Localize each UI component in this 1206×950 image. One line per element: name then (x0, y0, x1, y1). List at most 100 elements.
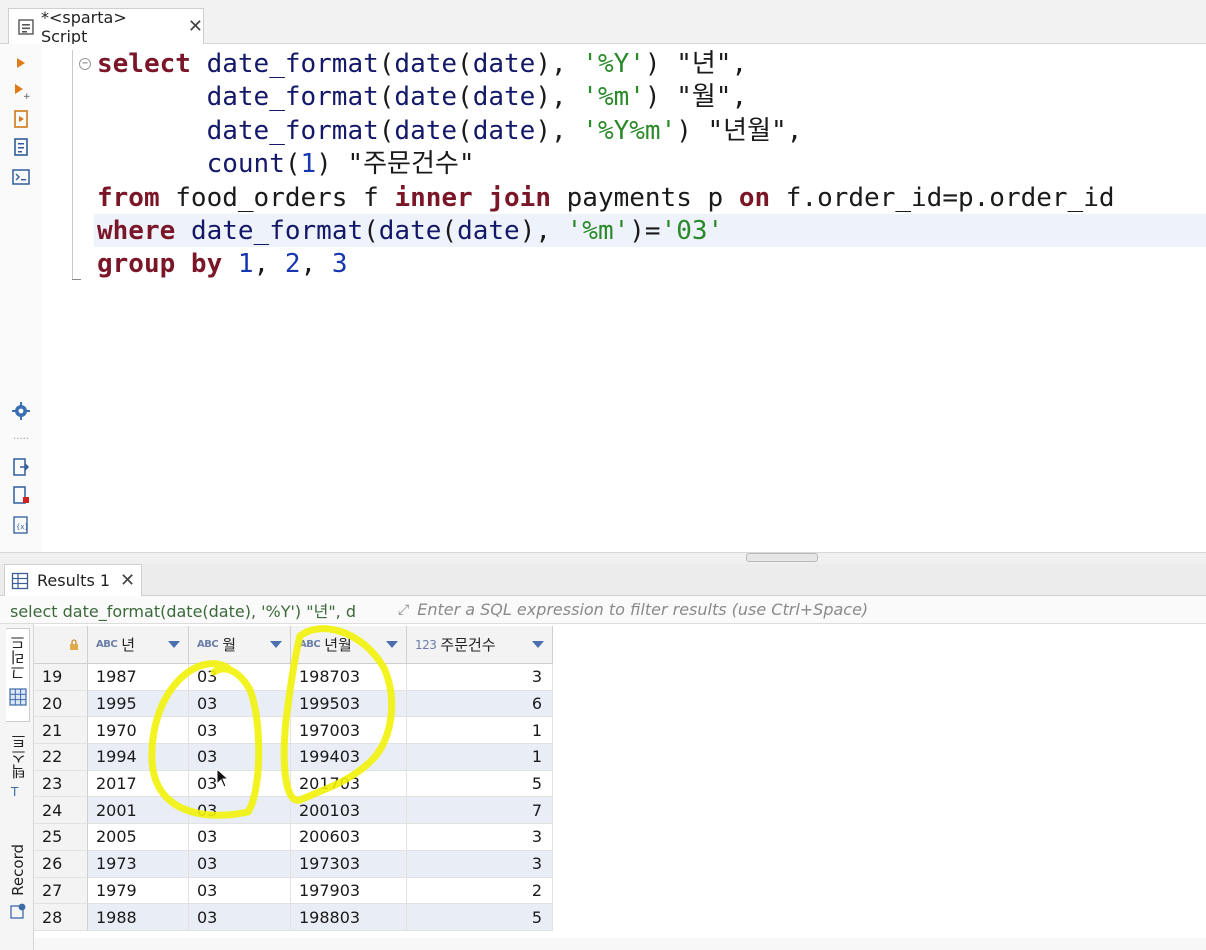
record-icon (10, 903, 26, 919)
code-line-2: date_format(date(date), '%m') "월", (206, 82, 748, 113)
cell-order-count[interactable]: 6 (407, 690, 553, 718)
filter-input[interactable]: Enter a SQL expression to filter results… (417, 600, 868, 619)
cell-month[interactable]: 03 (189, 690, 291, 718)
cell-year[interactable]: 1988 (88, 904, 189, 931)
results-view-switcher: 그리드 텍스트 T Record (0, 624, 34, 950)
cell-yearmonth[interactable]: 201703 (291, 770, 407, 798)
tab-results-1[interactable]: Results 1 ✕ (4, 564, 142, 596)
cell-order-count[interactable]: 7 (407, 797, 553, 825)
file-error-icon[interactable] (10, 484, 32, 506)
tab-script[interactable]: *<sparta> Script ✕ (8, 8, 204, 46)
tab-text[interactable]: 텍스트 T (6, 734, 30, 814)
cell-order-count[interactable]: 2 (407, 877, 553, 905)
cell-year[interactable]: 1995 (88, 690, 189, 718)
table-row[interactable]: 19 1987 03 198703 3 (34, 664, 553, 691)
cell-month[interactable]: 03 (189, 744, 291, 771)
row-number: 21 (34, 717, 88, 745)
results-tab-label: Results 1 (37, 571, 111, 590)
cell-order-count[interactable]: 5 (407, 904, 553, 931)
cell-month[interactable]: 03 (189, 824, 291, 851)
close-icon[interactable]: ✕ (188, 16, 203, 37)
cell-month[interactable]: 03 (189, 877, 291, 905)
query-text: select date_format(date(date), '%Y') "년"… (10, 601, 357, 621)
table-row[interactable]: 20 1995 03 199503 6 (34, 690, 553, 718)
mouse-cursor-icon (216, 768, 230, 788)
sort-dropdown-icon[interactable] (270, 641, 282, 648)
tab-grid[interactable]: 그리드 (6, 628, 30, 722)
column-header-order-count[interactable]: 123 주문건수 (407, 626, 553, 664)
cell-order-count[interactable]: 3 (407, 664, 553, 691)
cell-yearmonth[interactable]: 197003 (291, 717, 407, 745)
execute-new-tab-icon[interactable]: + (10, 80, 32, 102)
results-grid[interactable]: ABC 년 ABC 월 ABC 년월 123 주문건수 19 1987 03 1… (34, 626, 1206, 950)
table-row[interactable]: 26 1973 03 197303 3 (34, 850, 553, 878)
sort-dropdown-icon[interactable] (386, 641, 398, 648)
table-row[interactable]: 22 1994 03 199403 1 (34, 744, 553, 771)
cell-year[interactable]: 1973 (88, 850, 189, 878)
editor-side-toolbar: + ····· {x} (0, 44, 42, 552)
cell-order-count[interactable]: 3 (407, 824, 553, 851)
code-line-3: date_format(date(date), '%Y%m') "년월", (206, 115, 803, 146)
execute-script-icon[interactable] (10, 108, 32, 130)
cell-month[interactable]: 03 (189, 904, 291, 931)
column-header-yearmonth[interactable]: ABC 년월 (291, 626, 407, 664)
column-header-month[interactable]: ABC 월 (189, 626, 291, 664)
sql-code-editor[interactable]: − select date_format(date(date), '%Y') "… (42, 44, 1206, 552)
sort-dropdown-icon[interactable] (168, 641, 180, 648)
table-row[interactable]: 27 1979 03 197903 2 (34, 877, 553, 905)
row-number: 28 (34, 904, 88, 931)
cell-month[interactable]: 03 (189, 664, 291, 691)
cell-year[interactable]: 1994 (88, 744, 189, 771)
cell-yearmonth[interactable]: 197303 (291, 850, 407, 878)
cell-yearmonth[interactable]: 200103 (291, 797, 407, 825)
table-row[interactable]: 23 2017 03 201703 5 (34, 770, 553, 798)
cell-yearmonth[interactable]: 198703 (291, 664, 407, 691)
cell-order-count[interactable]: 5 (407, 770, 553, 798)
explain-plan-icon[interactable] (10, 136, 32, 158)
row-number: 27 (34, 877, 88, 905)
cell-month[interactable]: 03 (189, 797, 291, 825)
tab-record[interactable]: Record (6, 844, 30, 936)
cell-yearmonth[interactable]: 200603 (291, 824, 407, 851)
cell-order-count[interactable]: 3 (407, 850, 553, 878)
cell-yearmonth[interactable]: 199403 (291, 744, 407, 771)
cell-year[interactable]: 1970 (88, 717, 189, 745)
splitter-handle[interactable] (746, 553, 818, 562)
cell-month[interactable]: 03 (189, 717, 291, 745)
terminal-icon[interactable] (10, 166, 32, 188)
variables-icon[interactable]: {x} (10, 514, 32, 536)
editor-results-splitter[interactable] (0, 552, 1206, 564)
cell-month[interactable]: 03 (189, 850, 291, 878)
cell-year[interactable]: 2005 (88, 824, 189, 851)
table-row[interactable]: 24 2001 03 200103 7 (34, 797, 553, 825)
cell-order-count[interactable]: 1 (407, 717, 553, 745)
expand-icon[interactable]: ⤢ (398, 602, 409, 618)
collapse-icon[interactable]: − (79, 58, 91, 70)
cell-month[interactable]: 03 (189, 770, 291, 798)
code-line-1: select date_format(date(date), '%Y') "년"… (97, 49, 748, 79)
sort-dropdown-icon[interactable] (532, 641, 544, 648)
row-number: 24 (34, 797, 88, 825)
code-line-7: group by 1, 2, 3 (97, 249, 348, 280)
table-row[interactable]: 28 1988 03 198803 5 (34, 904, 553, 931)
cell-year[interactable]: 2001 (88, 797, 189, 825)
cell-year[interactable]: 1979 (88, 877, 189, 905)
table-row[interactable]: 21 1970 03 197003 1 (34, 717, 553, 745)
cell-year[interactable]: 2017 (88, 770, 189, 798)
cell-yearmonth[interactable]: 199503 (291, 690, 407, 718)
cell-yearmonth[interactable]: 197903 (291, 877, 407, 905)
text-tab-label: 텍스트 (9, 734, 28, 779)
cell-year[interactable]: 1987 (88, 664, 189, 691)
cell-yearmonth[interactable]: 198803 (291, 904, 407, 931)
cell-order-count[interactable]: 1 (407, 744, 553, 771)
table-row[interactable]: 25 2005 03 200603 3 (34, 824, 553, 851)
execute-statement-icon[interactable] (10, 52, 32, 74)
table-icon (11, 572, 29, 589)
export-icon[interactable] (10, 456, 32, 478)
close-icon[interactable]: ✕ (120, 570, 135, 591)
text-mode-icon: T (10, 785, 19, 799)
separator-dots-icon: ····· (13, 433, 29, 445)
gear-icon[interactable] (10, 400, 32, 422)
column-header-year[interactable]: ABC 년 (88, 626, 189, 664)
grid-tab-label: 그리드 (9, 635, 27, 680)
